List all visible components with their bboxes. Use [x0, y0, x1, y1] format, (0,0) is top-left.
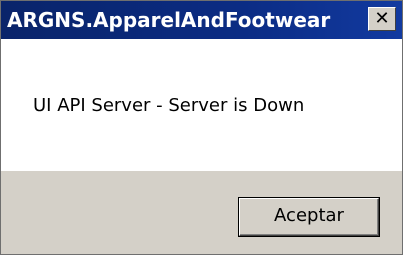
dialog-content: UI API Server - Server is Down — [1, 39, 402, 171]
dialog-titlebar[interactable]: ARGNS.ApparelAndFootwear ✕ — [1, 1, 402, 39]
dialog-footer: Aceptar — [1, 171, 402, 254]
message-dialog: ARGNS.ApparelAndFootwear ✕ UI API Server… — [0, 0, 403, 255]
close-icon: ✕ — [374, 8, 390, 29]
close-button[interactable]: ✕ — [368, 7, 396, 31]
dialog-message: UI API Server - Server is Down — [33, 95, 305, 116]
aceptar-button[interactable]: Aceptar — [239, 198, 379, 236]
dialog-title: ARGNS.ApparelAndFootwear — [7, 8, 331, 32]
